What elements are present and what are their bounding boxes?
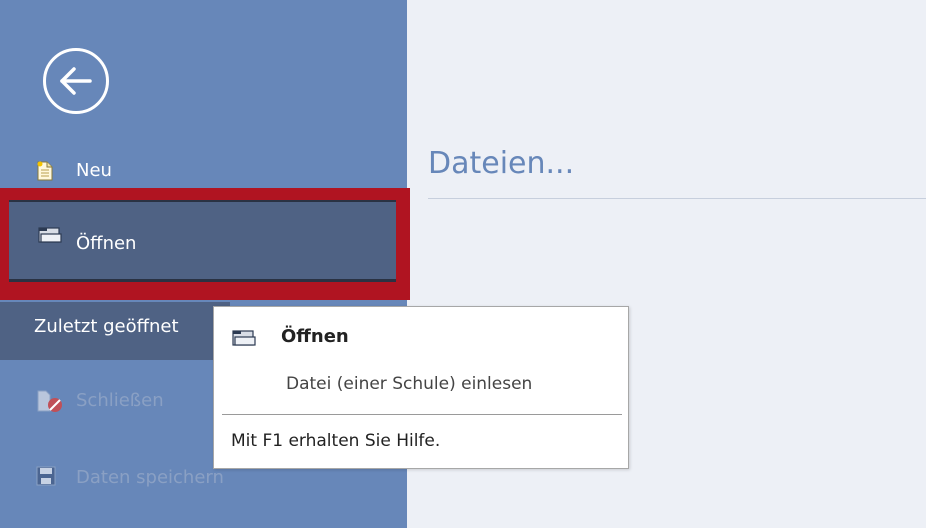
menu-item-label: Öffnen: [76, 233, 137, 254]
folder-open-icon: [232, 329, 256, 351]
menu-item-open-selected: [9, 200, 396, 282]
title-divider: [428, 198, 926, 199]
tooltip-title: Öffnen: [281, 326, 349, 347]
menu-item-label: Schließen: [76, 390, 164, 411]
tooltip-help: Mit F1 erhalten Sie Hilfe.: [231, 431, 441, 451]
menu-item-recent[interactable]: Zuletzt geöffnet: [0, 302, 230, 360]
page-title: Dateien...: [428, 146, 575, 181]
tooltip: Öffnen Datei (einer Schule) einlesen Mit…: [213, 306, 629, 469]
folder-open-icon: [38, 226, 62, 249]
close-document-icon: [36, 390, 64, 419]
menu-item-label: Daten speichern: [76, 467, 224, 488]
menu-item-label: Neu: [76, 160, 112, 181]
menu-item-new[interactable]: Neu: [0, 152, 407, 190]
tooltip-divider: [222, 414, 622, 415]
save-icon: [36, 466, 56, 491]
new-document-icon: [36, 161, 54, 186]
tooltip-description: Datei (einer Schule) einlesen: [286, 374, 533, 394]
arrow-left-icon: [60, 67, 92, 95]
menu-item-label: Zuletzt geöffnet: [34, 316, 179, 337]
back-button[interactable]: [43, 48, 109, 114]
menu-item-open[interactable]: Öffnen: [0, 188, 410, 300]
